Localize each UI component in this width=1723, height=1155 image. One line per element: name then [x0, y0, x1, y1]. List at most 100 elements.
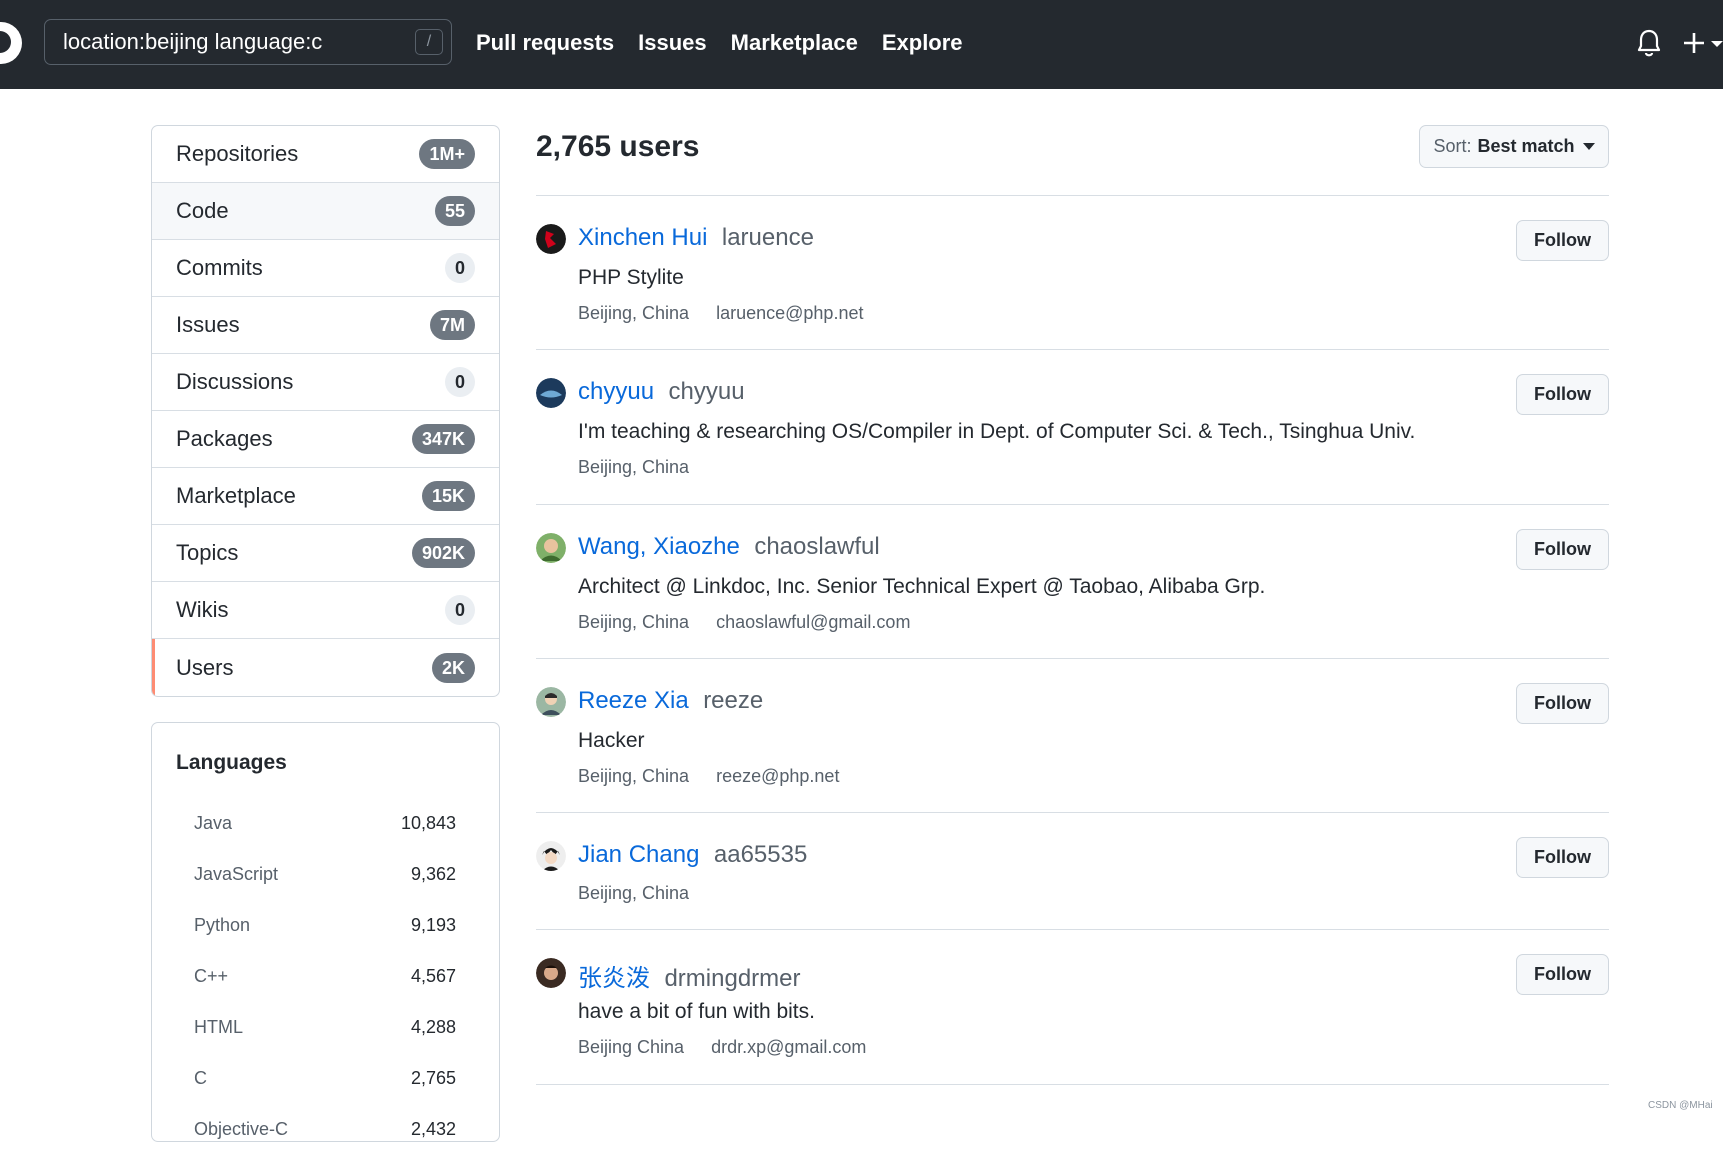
user-avatar[interactable] — [536, 841, 566, 871]
user-bio: I'm teaching & researching OS/Compiler i… — [578, 420, 1416, 443]
follow-button[interactable]: Follow — [1516, 220, 1609, 261]
nav-explore[interactable]: Explore — [882, 28, 963, 58]
github-logo-icon[interactable] — [0, 22, 22, 64]
count-badge: 902K — [411, 538, 475, 568]
user-meta: Beijing China drdr.xp@gmail.com — [578, 1037, 866, 1058]
language-count: 9,362 — [410, 864, 456, 884]
user-fullname-link[interactable]: chyyuu — [578, 378, 654, 405]
user-result-item: chyyuu chyyuu I'm teaching & researching… — [536, 350, 1609, 505]
filter-label: Discussions — [176, 369, 294, 394]
user-meta: Beijing, China reeze@php.net — [578, 766, 839, 787]
nav-pull-requests[interactable]: Pull requests — [476, 28, 614, 58]
language-name: JavaScript — [194, 864, 279, 884]
search-type-filter: Repositories 1M+ Code 55 Commits 0 Issue… — [151, 125, 500, 697]
language-count: 4,567 — [410, 966, 456, 986]
user-fullname-link[interactable]: Reeze Xia — [578, 687, 689, 714]
language-count: 10,843 — [400, 813, 456, 833]
filter-commits[interactable]: Commits 0 — [152, 240, 499, 297]
results-count-title: 2,765 users — [536, 130, 700, 163]
user-bio: have a bit of fun with bits. — [578, 1000, 815, 1023]
language-item-python[interactable]: Python 9,193 — [152, 900, 499, 951]
follow-button[interactable]: Follow — [1516, 529, 1609, 570]
user-fullname-link[interactable]: 张炎泼 — [578, 965, 650, 992]
user-location: Beijing, China — [578, 303, 690, 323]
count-badge: 0 — [445, 367, 475, 397]
language-name: HTML — [194, 1017, 243, 1037]
filter-users[interactable]: Users 2K — [152, 639, 499, 696]
language-name: C++ — [194, 966, 229, 986]
language-count: 2,432 — [410, 1119, 456, 1139]
create-new-plus-icon[interactable] — [1683, 28, 1723, 58]
user-meta: Beijing, China — [578, 883, 689, 904]
language-item-cpp[interactable]: C++ 4,567 — [152, 951, 499, 1002]
user-fullname-link[interactable]: Xinchen Hui — [578, 224, 707, 251]
watermark: CSDN @MHai — [1648, 1100, 1713, 1111]
user-meta: Beijing, China chaoslawful@gmail.com — [578, 612, 910, 633]
notifications-bell-icon[interactable] — [1636, 28, 1662, 58]
user-fullname-link[interactable]: Wang, Xiaozhe — [578, 533, 740, 560]
language-count: 9,193 — [410, 915, 456, 935]
user-result-item: Jian Chang aa65535 Beijing, China Follow — [536, 813, 1609, 930]
top-header: / Pull requests Issues Marketplace Explo… — [0, 0, 1723, 89]
filter-marketplace[interactable]: Marketplace 15K — [152, 468, 499, 525]
user-avatar[interactable] — [536, 378, 566, 408]
follow-button[interactable]: Follow — [1516, 837, 1609, 878]
filter-label: Marketplace — [176, 483, 296, 508]
nav-marketplace[interactable]: Marketplace — [731, 28, 858, 58]
user-login: reeze — [703, 687, 764, 714]
language-name: Java — [194, 813, 233, 833]
languages-filter: Languages Java 10,843 JavaScript 9,362 P… — [151, 722, 500, 1142]
count-badge: 55 — [434, 196, 475, 226]
follow-button[interactable]: Follow — [1516, 683, 1609, 724]
filter-issues[interactable]: Issues 7M — [152, 297, 499, 354]
language-item-java[interactable]: Java 10,843 — [152, 798, 499, 849]
user-bio: Architect @ Linkdoc, Inc. Senior Technic… — [578, 575, 1266, 598]
filter-label: Users — [176, 654, 234, 680]
search-box[interactable]: / — [44, 19, 452, 65]
count-badge: 347K — [411, 424, 475, 454]
user-bio: PHP Stylite — [578, 266, 684, 289]
filter-label: Packages — [176, 426, 273, 451]
language-item-html[interactable]: HTML 4,288 — [152, 1002, 499, 1053]
filter-repositories[interactable]: Repositories 1M+ — [152, 126, 499, 183]
languages-list: Java 10,843 JavaScript 9,362 Python 9,19… — [152, 798, 499, 1155]
language-count: 2,765 — [410, 1068, 456, 1088]
language-item-objective-c[interactable]: Objective-C 2,432 — [152, 1104, 499, 1155]
filter-discussions[interactable]: Discussions 0 — [152, 354, 499, 411]
filter-code[interactable]: Code 55 — [152, 183, 499, 240]
follow-button[interactable]: Follow — [1516, 374, 1609, 415]
user-login: drmingdrmer — [664, 965, 801, 992]
user-email: drdr.xp@gmail.com — [711, 1037, 867, 1057]
user-location: Beijing, China — [578, 766, 690, 786]
count-badge: 2K — [431, 652, 475, 683]
filter-topics[interactable]: Topics 902K — [152, 525, 499, 582]
user-avatar[interactable] — [536, 224, 566, 254]
filter-packages[interactable]: Packages 347K — [152, 411, 499, 468]
filter-label: Issues — [176, 312, 240, 337]
user-avatar[interactable] — [536, 687, 566, 717]
language-item-c[interactable]: C 2,765 — [152, 1053, 499, 1104]
user-fullname-link[interactable]: Jian Chang — [578, 841, 699, 868]
count-badge: 0 — [445, 595, 475, 625]
header-nav: Pull requests Issues Marketplace Explore — [476, 28, 987, 58]
filter-label: Code — [176, 198, 229, 223]
user-avatar[interactable] — [536, 958, 566, 988]
language-name: C — [194, 1068, 207, 1088]
user-meta: Beijing, China — [578, 457, 689, 478]
user-location: Beijing, China — [578, 612, 690, 632]
nav-issues[interactable]: Issues — [638, 28, 707, 58]
sort-dropdown[interactable]: Sort: Best match — [1419, 125, 1609, 168]
user-login: chaoslawful — [754, 533, 880, 560]
follow-button[interactable]: Follow — [1516, 954, 1609, 995]
user-result-item: Reeze Xia reeze Hacker Beijing, China re… — [536, 659, 1609, 813]
caret-down-icon — [1582, 143, 1595, 150]
search-input[interactable] — [63, 20, 403, 64]
user-result-item: Xinchen Hui laruence PHP Stylite Beijing… — [536, 196, 1609, 350]
count-badge: 15K — [421, 481, 475, 511]
sort-value: Best match — [1477, 136, 1575, 156]
count-badge: 0 — [445, 253, 475, 283]
user-avatar[interactable] — [536, 533, 566, 563]
filter-label: Commits — [176, 255, 263, 280]
filter-wikis[interactable]: Wikis 0 — [152, 582, 499, 639]
language-item-javascript[interactable]: JavaScript 9,362 — [152, 849, 499, 900]
